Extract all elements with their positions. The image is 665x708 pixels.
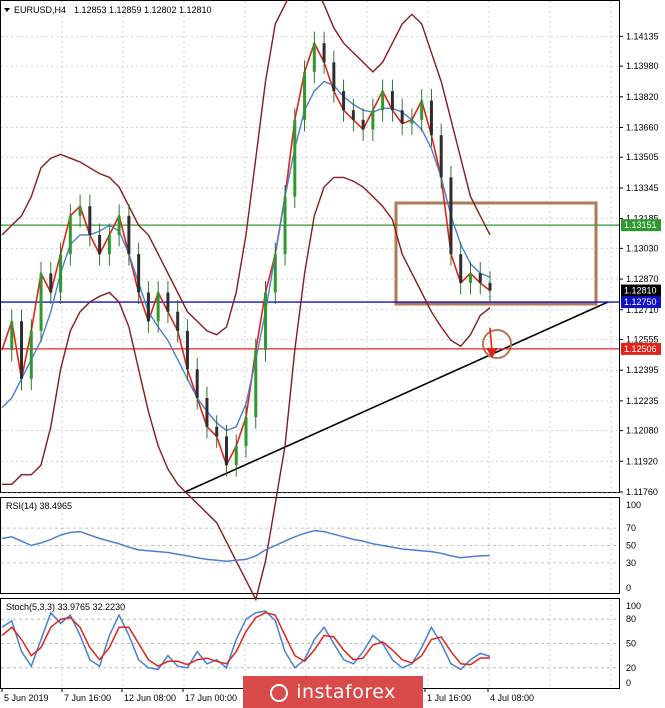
indicator-level-label: 80 bbox=[626, 614, 636, 624]
price-tick-label: 1.12080 bbox=[626, 426, 659, 436]
price-tick-label: 1.13345 bbox=[626, 183, 659, 193]
price-tag-label: 1.12506 bbox=[624, 344, 657, 354]
price-axis: 1.14135 1.13980 1.13820 1.13660 1.13505 1.133… bbox=[619, 31, 659, 497]
time-tick-label: 1 Jul 16:00 bbox=[427, 693, 471, 703]
price-tick-label: 1.13820 bbox=[626, 92, 659, 102]
time-tick-label: 12 Jun 08:00 bbox=[124, 693, 176, 703]
candle-body bbox=[449, 177, 453, 255]
indicator-level-label: 50 bbox=[626, 639, 636, 649]
candle-body bbox=[185, 330, 189, 370]
candle-body bbox=[420, 100, 424, 120]
candle-body bbox=[264, 292, 268, 351]
candle-body bbox=[390, 91, 394, 111]
price-tag-label: 1.12810 bbox=[624, 286, 657, 296]
candle-body bbox=[439, 135, 443, 178]
candle-body bbox=[303, 71, 307, 120]
ohlc-close: 1.12810 bbox=[179, 5, 212, 15]
candle-body bbox=[20, 321, 24, 379]
candle-body bbox=[234, 445, 238, 466]
candle-body bbox=[468, 273, 472, 283]
candle-body bbox=[29, 330, 33, 379]
candle-body bbox=[273, 254, 277, 293]
logo-icon bbox=[270, 684, 289, 702]
candle-body bbox=[88, 206, 92, 235]
indicator-scale-label: 0 bbox=[626, 678, 631, 688]
ohlc-open: 1.12853 bbox=[74, 5, 107, 15]
stoch-label: Stoch(5,3,3) 33.9765 32.2230 bbox=[6, 602, 125, 612]
indicator-level-label: 50 bbox=[626, 541, 636, 551]
candle-body bbox=[78, 206, 82, 216]
candle-body bbox=[478, 273, 482, 283]
price-chart: 1.14135 1.13980 1.13820 1.13660 1.13505 1.133… bbox=[0, 0, 661, 703]
main-pane bbox=[0, 0, 620, 493]
indicator-level-label: 30 bbox=[626, 558, 636, 568]
candle-body bbox=[176, 311, 180, 331]
candle-body bbox=[107, 234, 111, 255]
candle-body bbox=[146, 292, 150, 322]
candle-body bbox=[371, 110, 375, 130]
symbol-label: EURUSD,H4 bbox=[14, 5, 66, 15]
candle-body bbox=[293, 119, 297, 197]
candle-body bbox=[224, 436, 228, 466]
time-tick-label: 7 Jun 16:00 bbox=[64, 693, 111, 703]
ohlc-high: 1.12859 bbox=[109, 5, 142, 15]
candle-body bbox=[410, 119, 414, 124]
price-tick-label: 1.12870 bbox=[626, 274, 659, 284]
time-tick-label: 4 Jul 08:00 bbox=[490, 693, 534, 703]
time-tick-label: 5 Jun 2019 bbox=[4, 693, 49, 703]
price-tick-label: 1.12235 bbox=[626, 396, 659, 406]
indicator-scale-label: 0 bbox=[626, 583, 631, 593]
candle-body bbox=[283, 196, 287, 255]
price-tick-label: 1.13030 bbox=[626, 243, 659, 253]
candle-body bbox=[166, 292, 170, 312]
candle-body bbox=[244, 417, 248, 446]
candle-body bbox=[429, 100, 433, 136]
price-tick-label: 1.13980 bbox=[626, 61, 659, 71]
indicator-level-label: 70 bbox=[626, 523, 636, 533]
candle-body bbox=[68, 215, 72, 255]
instaforex-watermark: instaforex bbox=[243, 676, 423, 708]
candle-body bbox=[312, 43, 316, 72]
candle-body bbox=[351, 110, 355, 120]
candle-body bbox=[59, 254, 63, 293]
candle-body bbox=[488, 282, 492, 291]
price-tick-label: 1.13660 bbox=[626, 123, 659, 133]
candle-body bbox=[254, 350, 258, 418]
indicator-axis: 70 50 30 100 0 80 50 20 100 0 bbox=[626, 500, 641, 688]
candle-body bbox=[215, 426, 219, 437]
indicator-scale-label: 100 bbox=[626, 601, 641, 611]
candle-body bbox=[98, 234, 102, 255]
candle-body bbox=[39, 273, 43, 331]
candle-body bbox=[10, 321, 14, 351]
candle-body bbox=[400, 110, 404, 124]
candle-body bbox=[361, 119, 365, 130]
candle-body bbox=[332, 62, 336, 92]
candle-body bbox=[137, 254, 141, 293]
candle-body bbox=[195, 369, 199, 398]
price-tick-label: 1.14135 bbox=[626, 31, 659, 41]
indicator-level-label: 20 bbox=[626, 663, 636, 673]
price-tick-label: 1.11920 bbox=[626, 456, 658, 466]
price-tick-label: 1.12395 bbox=[626, 365, 659, 375]
indicator-scale-label: 100 bbox=[626, 500, 641, 510]
ohlc-low: 1.12802 bbox=[144, 5, 177, 15]
candle-body bbox=[342, 91, 346, 111]
price-tick-label: 1.13505 bbox=[626, 152, 659, 162]
price-tag-label: 1.13151 bbox=[624, 220, 657, 230]
candle-body bbox=[117, 215, 121, 235]
candle-body bbox=[205, 398, 209, 427]
time-tick-label: 17 Jun 00:00 bbox=[185, 693, 237, 703]
rsi-label: RSI(14) 38.4965 bbox=[6, 501, 72, 511]
candle-body bbox=[322, 43, 326, 63]
candle-body bbox=[156, 292, 160, 322]
candle-body bbox=[49, 273, 53, 293]
candle-body bbox=[127, 215, 131, 255]
price-tag-label: 1.12750 bbox=[624, 297, 657, 307]
candle-body bbox=[381, 91, 385, 111]
price-tick-label: 1.11760 bbox=[626, 487, 658, 497]
candle-body bbox=[459, 254, 463, 283]
